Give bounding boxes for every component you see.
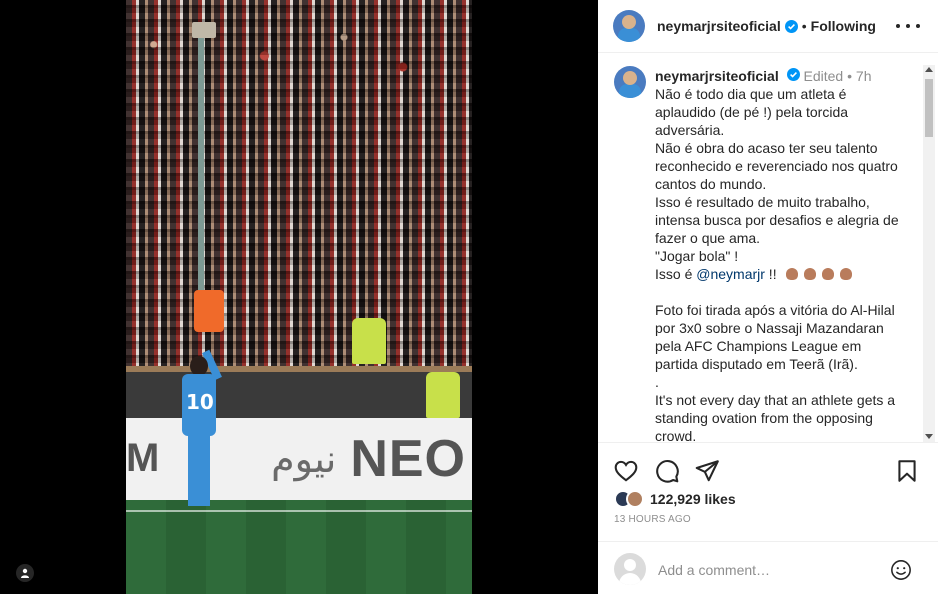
more-icon[interactable] bbox=[896, 18, 920, 34]
steward-figure bbox=[426, 372, 460, 418]
comment-box bbox=[598, 541, 938, 594]
comment-input[interactable] bbox=[658, 560, 878, 580]
caption-avatar[interactable] bbox=[614, 66, 646, 98]
share-icon[interactable] bbox=[694, 458, 720, 484]
post-viewer: M نيوم NEO 10 neymarjrsiteoficial • Foll… bbox=[0, 0, 938, 594]
current-user-avatar bbox=[614, 553, 646, 585]
caption-text: neymarjrsiteoficial Edited • 7h Não é to… bbox=[655, 67, 913, 443]
caption-line: crowd. bbox=[655, 428, 697, 443]
bookmark-icon[interactable] bbox=[894, 458, 920, 484]
player-head bbox=[190, 356, 208, 376]
scroll-thumb[interactable] bbox=[925, 79, 933, 137]
clap-emoji-icon bbox=[804, 268, 817, 280]
steward-figure bbox=[352, 318, 386, 364]
player-figure: 10 bbox=[178, 349, 222, 510]
likes-row[interactable]: 122,929 likes bbox=[614, 488, 736, 510]
banner-brand-text: NEO bbox=[350, 430, 466, 488]
post-side-panel: neymarjrsiteoficial • Following neymarjr… bbox=[598, 0, 938, 594]
caption-line: reconhecido e reverenciado nos quatro bbox=[655, 158, 898, 174]
post-timestamp[interactable]: 13 HOURS AGO bbox=[614, 514, 691, 525]
caption-line: Não é todo dia que um atleta é bbox=[655, 86, 847, 102]
caption-line: Foto foi tirada após a vitória do Al-Hil… bbox=[655, 302, 895, 318]
verified-icon bbox=[784, 19, 798, 33]
pitch-line bbox=[126, 510, 472, 512]
mention-prefix: Isso é bbox=[655, 266, 697, 282]
caption-line: It's not every day that an athlete gets … bbox=[655, 392, 896, 408]
caption-area[interactable]: neymarjrsiteoficial Edited • 7h Não é to… bbox=[598, 53, 938, 443]
caption-line: adversária. bbox=[655, 122, 725, 138]
post-photo[interactable]: M نيوم NEO 10 bbox=[126, 0, 472, 594]
heart-icon[interactable] bbox=[613, 458, 639, 484]
meta-separator: • bbox=[847, 68, 853, 84]
mention-link[interactable]: @neymarjr bbox=[696, 266, 765, 282]
caption-line: . bbox=[655, 374, 659, 390]
caption-line: aplaudido (de pé !) pela torcida bbox=[655, 104, 849, 120]
following-button[interactable]: Following bbox=[811, 18, 876, 34]
caption-line: cantos do mundo. bbox=[655, 176, 767, 192]
author-username[interactable]: neymarjrsiteoficial bbox=[657, 18, 781, 34]
caption-scrollbar[interactable] bbox=[923, 65, 935, 442]
fan-figure bbox=[194, 290, 224, 332]
caption-line: intensa busca por desafios e alegria de bbox=[655, 212, 899, 228]
player-legs bbox=[188, 436, 210, 506]
action-bar bbox=[598, 444, 938, 494]
crowd-image bbox=[126, 0, 472, 372]
post-header: neymarjrsiteoficial • Following bbox=[598, 0, 938, 53]
author-avatar[interactable] bbox=[613, 10, 645, 42]
clap-emoji-icon bbox=[840, 268, 853, 280]
scroll-down-arrow[interactable] bbox=[925, 434, 933, 439]
verified-icon bbox=[786, 68, 800, 81]
caption-line: por 3x0 sobre o Nassaji Mazandaran bbox=[655, 320, 884, 336]
banner-left-text: M bbox=[126, 436, 160, 480]
likes-count[interactable]: 122,929 likes bbox=[650, 491, 736, 507]
header-separator: • bbox=[801, 18, 807, 34]
comment-icon[interactable] bbox=[654, 458, 680, 484]
caption-line: partida disputado em Teerã (Irã). bbox=[655, 356, 858, 372]
clap-emoji-icon bbox=[786, 268, 799, 280]
caption-line: Não é obra do acaso ter seu talento bbox=[655, 140, 878, 156]
scroll-up-arrow[interactable] bbox=[925, 67, 933, 72]
caption-line: standing ovation from the opposing bbox=[655, 410, 873, 426]
player-number: 10 bbox=[186, 390, 214, 414]
caption-mention-line: Isso é @neymarjr !! bbox=[655, 265, 913, 283]
caption-line: pela AFC Champions League em bbox=[655, 338, 862, 354]
post-time: 7h bbox=[855, 68, 872, 84]
edited-label: Edited bbox=[803, 68, 844, 84]
banner-arabic-text: نيوم bbox=[271, 437, 337, 481]
floodlight-pole bbox=[198, 30, 204, 320]
pitch bbox=[126, 500, 472, 594]
mention-suffix: !! bbox=[764, 266, 777, 282]
liker-avatar bbox=[626, 490, 644, 508]
user-tag-icon[interactable] bbox=[16, 564, 34, 582]
emoji-icon[interactable] bbox=[890, 559, 912, 581]
caption-username[interactable]: neymarjrsiteoficial bbox=[655, 68, 779, 84]
caption-line: fazer o que ama. bbox=[655, 230, 761, 246]
caption-line: "Jogar bola" ! bbox=[655, 248, 739, 264]
floodlight-lamp bbox=[192, 22, 216, 38]
media-area: M نيوم NEO 10 bbox=[0, 0, 598, 594]
caption-line: Isso é resultado de muito trabalho, bbox=[655, 194, 870, 210]
clap-emoji-icon bbox=[822, 268, 835, 280]
